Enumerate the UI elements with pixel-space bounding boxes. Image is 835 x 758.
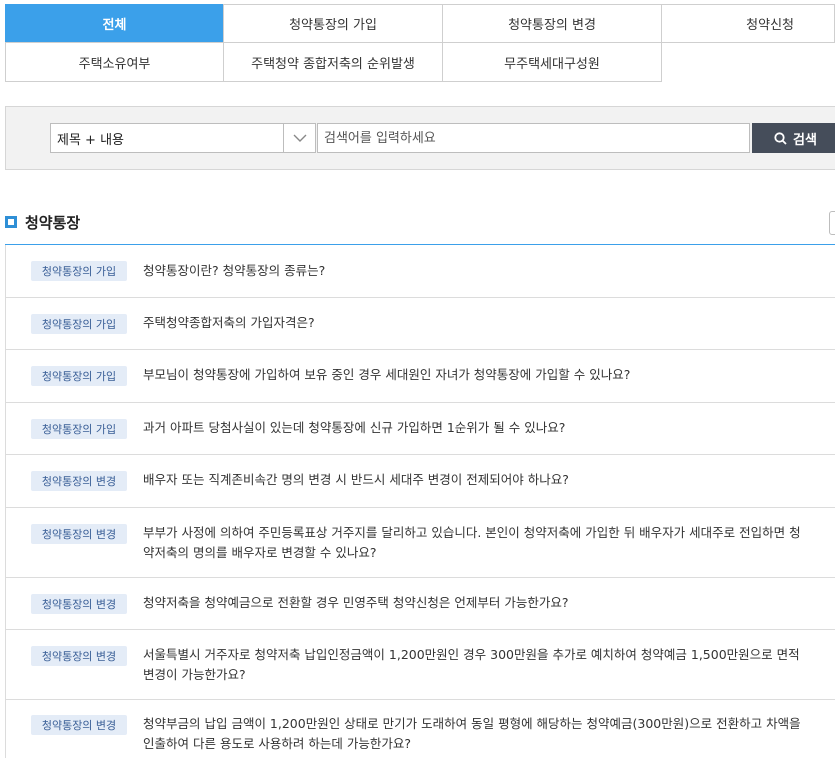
search-panel: 제목 + 내용 검색	[5, 106, 835, 170]
faq-question[interactable]: 배우자 또는 직계존비속간 명의 변경 시 반드시 세대주 변경이 전제되어야 …	[143, 470, 803, 490]
faq-question[interactable]: 과거 아파트 당첨사실이 있는데 청약통장에 신규 가입하면 1순위가 될 수 …	[143, 418, 803, 438]
faq-question[interactable]: 부모님이 청약통장에 가입하여 보유 중인 경우 세대원인 자녀가 청약통장에 …	[143, 365, 803, 385]
category-badge: 청약통장의 변경	[31, 594, 127, 614]
faq-question[interactable]: 청약부금의 납입 금액이 1,200만원인 상태로 만기가 도래하여 동일 평형…	[143, 714, 803, 754]
faq-row[interactable]: 청약통장의 가입 부모님이 청약통장에 가입하여 보유 중인 경우 세대원인 자…	[5, 350, 835, 403]
search-icon	[774, 131, 787, 145]
tab-homeless-household[interactable]: 무주택세대구성원	[442, 42, 662, 82]
tab-subscription-change[interactable]: 청약통장의 변경	[442, 4, 662, 43]
category-badge: 청약통장의 가입	[31, 314, 127, 334]
search-button-label: 검색	[793, 131, 817, 147]
tab-rank-generation[interactable]: 주택청약 종합저축의 순위발생	[223, 42, 443, 82]
faq-row[interactable]: 청약통장의 변경 서울특별시 거주자로 청약저축 납입인정금액이 1,200만원…	[5, 630, 835, 700]
faq-row[interactable]: 청약통장의 변경 배우자 또는 직계존비속간 명의 변경 시 반드시 세대주 변…	[5, 455, 835, 508]
faq-question[interactable]: 주택청약종합저축의 가입자격은?	[143, 313, 803, 333]
tab-house-ownership[interactable]: 주택소유여부	[5, 42, 224, 82]
faq-question[interactable]: 청약통장이란? 청약통장의 종류는?	[143, 261, 803, 281]
category-badge: 청약통장의 변경	[31, 646, 127, 666]
search-button[interactable]: 검색	[752, 123, 835, 153]
section-title: 청약통장	[25, 213, 81, 232]
chevron-down-icon[interactable]	[283, 124, 315, 152]
category-tabs: 전체 청약통장의 가입 청약통장의 변경 청약신청 주택소유여부 주택청약 종합…	[5, 4, 835, 82]
search-input[interactable]	[317, 123, 750, 153]
search-scope-select[interactable]: 제목 + 내용	[50, 123, 316, 153]
category-badge: 청약통장의 변경	[31, 715, 127, 735]
square-bullet-icon	[5, 216, 17, 228]
faq-question[interactable]: 청약저축을 청약예금으로 전환할 경우 민영주택 청약신청은 언제부터 가능한가…	[143, 593, 803, 613]
tab-all[interactable]: 전체	[5, 4, 224, 43]
category-badge: 청약통장의 변경	[31, 471, 127, 491]
section-action-button[interactable]	[829, 211, 835, 235]
section-header: 청약통장	[5, 211, 80, 233]
search-scope-value: 제목 + 내용	[57, 132, 124, 148]
faq-row[interactable]: 청약통장의 가입 과거 아파트 당첨사실이 있는데 청약통장에 신규 가입하면 …	[5, 403, 835, 455]
faq-question[interactable]: 서울특별시 거주자로 청약저축 납입인정금액이 1,200만원인 경우 300만…	[143, 645, 803, 685]
tab-subscription-apply[interactable]: 청약신청	[661, 4, 835, 43]
category-badge: 청약통장의 가입	[31, 261, 127, 281]
category-badge: 청약통장의 변경	[31, 524, 127, 544]
tab-subscription-join[interactable]: 청약통장의 가입	[223, 4, 443, 43]
faq-row[interactable]: 청약통장의 가입 주택청약종합저축의 가입자격은?	[5, 298, 835, 350]
faq-row[interactable]: 청약통장의 가입 청약통장이란? 청약통장의 종류는?	[5, 245, 835, 298]
category-badge: 청약통장의 가입	[31, 366, 127, 386]
faq-row[interactable]: 청약통장의 변경 청약저축을 청약예금으로 전환할 경우 민영주택 청약신청은 …	[5, 578, 835, 630]
faq-row[interactable]: 청약통장의 변경 부부가 사정에 의하여 주민등록표상 거주지를 달리하고 있습…	[5, 508, 835, 578]
category-badge: 청약통장의 가입	[31, 419, 127, 439]
faq-row[interactable]: 청약통장의 변경 청약부금의 납입 금액이 1,200만원인 상태로 만기가 도…	[5, 700, 835, 758]
faq-question[interactable]: 부부가 사정에 의하여 주민등록표상 거주지를 달리하고 있습니다. 본인이 청…	[143, 523, 803, 563]
